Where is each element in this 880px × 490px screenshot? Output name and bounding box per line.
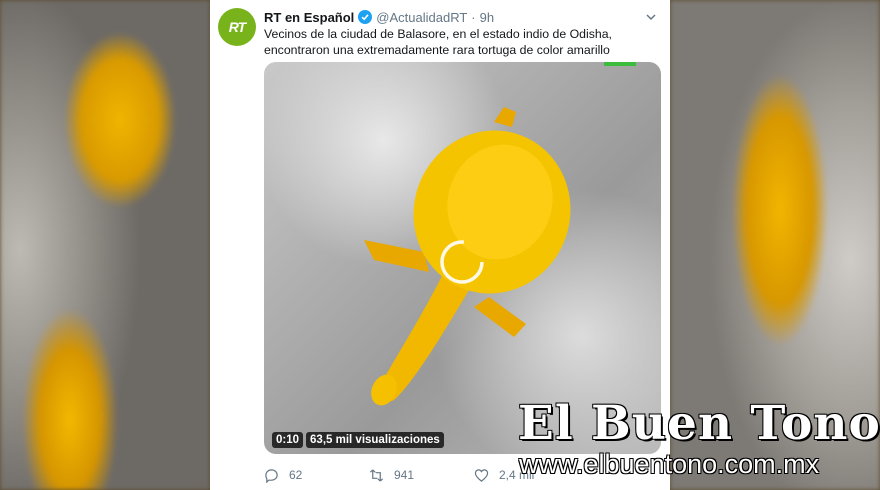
video-duration: 0:10 — [272, 432, 304, 448]
author-name[interactable]: RT en Español — [264, 10, 354, 25]
separator-dot: · — [471, 9, 476, 25]
video-stats: 0:10 63,5 mil visualizaciones — [272, 432, 444, 448]
chevron-down-icon[interactable] — [644, 10, 658, 24]
author-handle[interactable]: @ActualidadRT — [376, 10, 467, 25]
retweet-button[interactable]: 941 — [369, 468, 474, 483]
avatar-logo-text: RT — [228, 19, 246, 35]
video-views: 63,5 mil visualizaciones — [306, 432, 444, 448]
blurred-background-left — [0, 0, 210, 490]
tweet-header: RT en Español @ActualidadRT · 9h — [264, 8, 658, 26]
retweet-icon — [369, 468, 384, 482]
watermark-url: www.elbuentono.com.mx — [519, 449, 820, 479]
tweet-text: Vecinos de la ciudad de Balasore, en el … — [264, 27, 612, 57]
reply-icon — [265, 468, 278, 483]
retweet-count: 941 — [394, 468, 415, 482]
heart-icon — [474, 468, 489, 482]
watermark-title: El Buen Tono — [518, 396, 880, 451]
tweet-time[interactable]: 9h — [480, 10, 494, 25]
reply-button[interactable]: 62 — [264, 468, 369, 483]
loading-spinner-icon — [440, 240, 484, 284]
avatar[interactable]: RT — [218, 8, 256, 46]
reply-count: 62 — [289, 468, 303, 482]
verified-badge-icon — [358, 10, 373, 24]
